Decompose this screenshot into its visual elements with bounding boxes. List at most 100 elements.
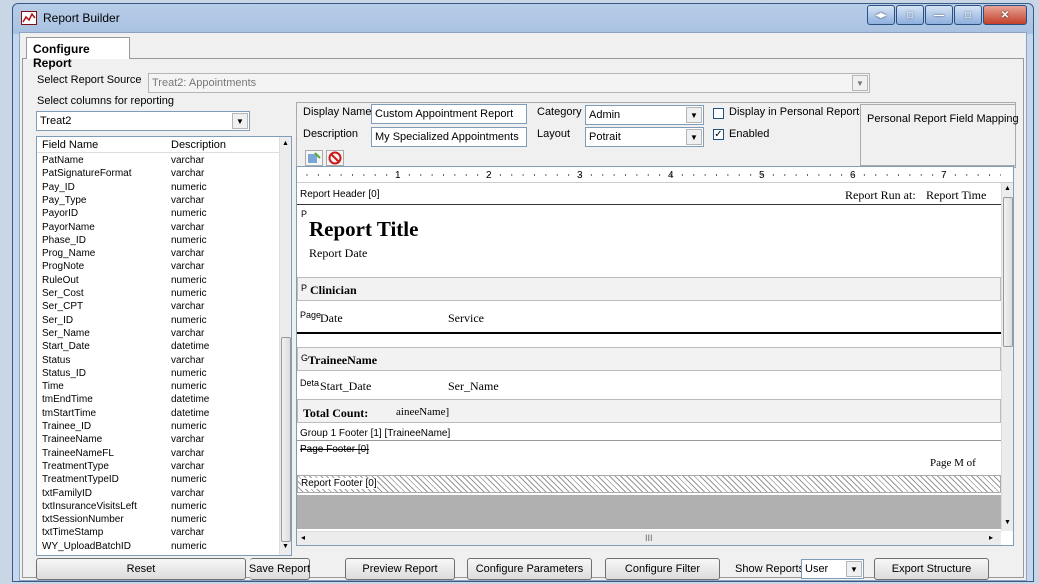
restore-arrows-icon[interactable]: ◂▸: [867, 5, 895, 25]
export-structure-button[interactable]: Export Structure: [874, 558, 989, 580]
field-row[interactable]: Status_ID numeric: [37, 368, 291, 379]
ruler-number: 5: [759, 170, 765, 181]
field-row[interactable]: ProgNote varchar: [37, 261, 291, 272]
save-report-button[interactable]: Save Report: [249, 558, 310, 580]
enabled-checkbox[interactable]: ✓: [713, 129, 724, 140]
report-title-field[interactable]: Report Title: [309, 217, 418, 242]
group-footer-label-band[interactable]: Group 1 Footer [1] [TraineeName]: [297, 425, 1001, 441]
field-row[interactable]: Phase_ID numeric: [37, 235, 291, 246]
field-row[interactable]: Trainee_ID numeric: [37, 421, 291, 432]
field-row[interactable]: Start_Date datetime: [37, 341, 291, 352]
report-footer-band[interactable]: Report Footer [0]: [297, 475, 1001, 493]
report-header-area[interactable]: P Report Title Report Date: [297, 205, 1001, 275]
page-footer-band[interactable]: Page Footer [0] Page M of: [297, 443, 1001, 473]
report-time-field[interactable]: Report Time: [926, 188, 986, 203]
chevron-down-icon[interactable]: ▼: [852, 75, 868, 91]
scroll-down-icon[interactable]: ▼: [1004, 519, 1011, 526]
field-row[interactable]: TreatmentTypeID numeric: [37, 474, 291, 485]
scroll-up-icon[interactable]: ▲: [1004, 185, 1011, 192]
personal-mapping-label[interactable]: Personal Report Field Mapping: [867, 113, 1019, 125]
field-row[interactable]: txtTimeStamp varchar: [37, 527, 291, 538]
preview-report-button[interactable]: Preview Report: [345, 558, 455, 580]
field-row[interactable]: TraineeNameFL varchar: [37, 448, 291, 459]
field-row[interactable]: TreatmentType varchar: [37, 461, 291, 472]
field-row[interactable]: TraineeName varchar: [37, 434, 291, 445]
chevron-down-icon[interactable]: ▼: [232, 113, 248, 129]
field-row[interactable]: Status varchar: [37, 355, 291, 366]
page-header-area[interactable]: Page Date Service: [297, 305, 1001, 331]
description-header[interactable]: Description: [171, 139, 226, 151]
field-type: varchar: [171, 168, 205, 180]
field-row[interactable]: txtSessionNumber numeric: [37, 514, 291, 525]
field-row[interactable]: Ser_Name varchar: [37, 328, 291, 339]
close-button[interactable]: ✕: [983, 5, 1027, 25]
table-select[interactable]: Treat2 ▼: [36, 111, 250, 131]
scroll-thumb[interactable]: [1003, 197, 1013, 347]
ser-name-field[interactable]: Ser_Name: [448, 379, 499, 394]
title-bar[interactable]: Report Builder ◂▸ □ — □ ✕: [13, 4, 1033, 32]
report-source-select[interactable]: Treat2: Appointments ▼: [148, 73, 870, 93]
field-row[interactable]: RuleOut numeric: [37, 275, 291, 286]
field-row[interactable]: PatName varchar: [37, 155, 291, 166]
field-row[interactable]: Time numeric: [37, 381, 291, 392]
report-run-at-field[interactable]: Report Run at:: [845, 188, 916, 203]
page-m-of-field[interactable]: Page M of: [930, 457, 976, 469]
detail-band[interactable]: Deta Start_Date Ser_Name: [297, 373, 1001, 397]
delete-icon[interactable]: [326, 150, 344, 166]
field-row[interactable]: txtInsuranceVisitsLeft numeric: [37, 501, 291, 512]
field-row[interactable]: Ser_Cost numeric: [37, 288, 291, 299]
field-row[interactable]: tmEndTime datetime: [37, 394, 291, 405]
field-row[interactable]: txtFamilyID varchar: [37, 488, 291, 499]
minimize-button[interactable]: —: [925, 5, 953, 25]
report-header-band[interactable]: Report Header [0] Report Run at: Report …: [297, 185, 1001, 203]
scroll-thumb[interactable]: [281, 337, 291, 542]
field-list[interactable]: Field Name Description PatName varchar Pat…: [36, 136, 292, 556]
field-row[interactable]: PatSignatureFormat varchar: [37, 168, 291, 180]
layout-select[interactable]: Potrait ▼: [585, 127, 704, 147]
clinician-band[interactable]: P Clinician: [297, 277, 1001, 301]
category-select[interactable]: Admin ▼: [585, 105, 704, 125]
field-list-scrollbar[interactable]: ▲ ▼: [279, 137, 291, 555]
scroll-left-icon[interactable]: ◂: [301, 533, 305, 542]
display-personal-checkbox[interactable]: [713, 108, 724, 119]
reset-button[interactable]: Reset: [36, 558, 246, 580]
report-designer[interactable]: 1 2 3 4 5 6 7 Report Header [0] Report Run at:…: [296, 166, 1014, 546]
wizard-icon[interactable]: [305, 150, 323, 166]
total-count-field[interactable]: Total Count:: [303, 406, 368, 421]
chevron-down-icon[interactable]: ▼: [846, 561, 862, 577]
field-row[interactable]: Pay_ID numeric: [37, 182, 291, 193]
field-row[interactable]: Prog_Name varchar: [37, 248, 291, 259]
date-field[interactable]: Date: [320, 311, 343, 326]
description-input[interactable]: My Specialized Appointments: [371, 127, 527, 147]
chevron-down-icon[interactable]: ▼: [686, 107, 702, 123]
designer-vscroll[interactable]: ▲ ▼: [1001, 183, 1013, 531]
scroll-up-icon[interactable]: ▲: [282, 140, 289, 147]
chevron-down-icon[interactable]: ▼: [686, 129, 702, 145]
field-row[interactable]: tmStartTime datetime: [37, 408, 291, 419]
field-row[interactable]: PayorID numeric: [37, 208, 291, 219]
clinician-field[interactable]: Clinician: [310, 283, 357, 298]
group-footer-band[interactable]: Total Count: aineeName]: [297, 399, 1001, 423]
display-name-input[interactable]: Custom Appointment Report: [371, 104, 527, 124]
snap-icon[interactable]: □: [896, 5, 924, 25]
configure-filter-button[interactable]: Configure Filter: [605, 558, 720, 580]
group-header-band[interactable]: G TraineeName: [297, 347, 1001, 371]
designer-hscroll[interactable]: ◂ III ▸: [297, 531, 1001, 545]
service-field[interactable]: Service: [448, 311, 484, 326]
scroll-down-icon[interactable]: ▼: [282, 543, 289, 550]
field-row[interactable]: WY_UploadBatchID numeric: [37, 541, 291, 552]
tab-configure-report[interactable]: Configure Report: [26, 37, 130, 70]
trainee-name-field[interactable]: TraineeName: [308, 353, 377, 368]
field-row[interactable]: PayorName varchar: [37, 222, 291, 233]
show-reports-select[interactable]: User ▼: [801, 559, 864, 579]
report-date-field[interactable]: Report Date: [309, 246, 367, 261]
configure-parameters-button[interactable]: Configure Parameters: [467, 558, 592, 580]
maximize-button[interactable]: □: [954, 5, 982, 25]
field-name-header[interactable]: Field Name: [42, 139, 98, 151]
field-row[interactable]: Pay_Type varchar: [37, 195, 291, 206]
field-row[interactable]: Ser_CPT varchar: [37, 301, 291, 312]
scroll-right-icon[interactable]: ▸: [989, 533, 993, 542]
start-date-field[interactable]: Start_Date: [320, 379, 371, 394]
trainee-name-count-field[interactable]: aineeName]: [396, 406, 449, 418]
field-row[interactable]: Ser_ID numeric: [37, 315, 291, 326]
